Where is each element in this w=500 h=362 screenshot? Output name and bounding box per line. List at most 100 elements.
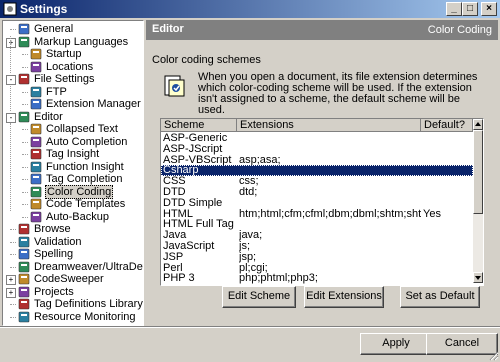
close-button[interactable]: × <box>481 2 497 16</box>
table-row[interactable]: Java java; <box>161 230 473 241</box>
window-title: Settings <box>20 2 68 16</box>
table-row[interactable]: Csharp <box>161 165 473 177</box>
tree-item-function-insight[interactable]: Function Insight <box>3 161 143 173</box>
expand-icon[interactable]: + <box>6 37 16 48</box>
grid-scrollbar[interactable] <box>473 119 483 283</box>
tree-item-label: CodeSweeper <box>34 273 104 285</box>
tree-item-label: Tag Insight <box>46 148 100 160</box>
table-row[interactable]: CSS css; <box>161 176 473 187</box>
tree-item-projects[interactable]: + Projects <box>3 286 143 298</box>
tree-item-tag-definitions-library[interactable]: Tag Definitions Library <box>3 298 143 310</box>
tree-item-locations[interactable]: Locations <box>3 61 143 73</box>
tree-item-spelling[interactable]: Spelling <box>3 248 143 260</box>
tree-connector <box>22 129 28 130</box>
info-text: When you open a document, its file exten… <box>198 71 478 116</box>
edit-extensions-button[interactable]: Edit Extensions <box>304 286 384 308</box>
expand-icon[interactable]: + <box>6 287 16 298</box>
tree-connector <box>10 29 16 30</box>
tree-connector <box>22 191 28 193</box>
column-header-scheme[interactable]: Scheme <box>161 119 237 132</box>
scheme-grid[interactable]: Scheme Extensions Default? ASP-Generic AS… <box>160 118 484 286</box>
function-insight-icon <box>30 161 42 172</box>
tree-item-startup[interactable]: Startup <box>3 48 143 60</box>
apply-button[interactable]: Apply <box>360 333 432 355</box>
tree-item-file-settings[interactable]: - File Settings <box>3 73 143 85</box>
tree-item-validation[interactable]: Validation <box>3 236 143 248</box>
tree-item-label: Tag Completion <box>46 173 123 185</box>
tree-item-editor[interactable]: - Editor <box>3 111 143 123</box>
set-as-default-button[interactable]: Set as Default <box>400 286 480 308</box>
tree-item-label: File Settings <box>34 73 95 85</box>
tree-item-markup-languages[interactable]: + Markup Languages <box>3 36 143 48</box>
grid-header: Scheme Extensions Default? <box>161 119 473 132</box>
section-label: Color coding schemes <box>152 54 261 66</box>
tree-item-auto-backup[interactable]: Auto-Backup <box>3 211 143 223</box>
collapse-icon[interactable]: - <box>6 75 16 85</box>
tree-item-label: Code Templates <box>46 198 126 210</box>
tree-item-codesweeper[interactable]: + CodeSweeper <box>3 273 143 285</box>
tree-item-label: Locations <box>46 60 94 73</box>
settings-icon <box>3 2 17 16</box>
tree-item-label: Startup <box>46 48 82 60</box>
collapse-icon[interactable]: - <box>6 112 16 123</box>
tree-item-label: Editor <box>34 110 63 123</box>
tag-definitions-icon <box>18 298 30 310</box>
projects-icon <box>18 286 30 297</box>
column-header-extensions[interactable]: Extensions <box>237 119 421 132</box>
cell-extensions: js; <box>239 241 250 252</box>
tree-item-general[interactable]: General <box>3 23 143 35</box>
tree-item-auto-completion[interactable]: Auto Completion <box>3 136 143 148</box>
expand-icon[interactable]: + <box>6 275 16 285</box>
table-row[interactable]: JSP jsp; <box>161 252 473 263</box>
tree-item-dreamweaver-ultradev[interactable]: Dreamweaver/UltraDev <box>3 261 143 273</box>
tree-item-browse[interactable]: Browse <box>3 223 143 235</box>
tree-item-ftp[interactable]: FTP <box>3 86 143 98</box>
table-row[interactable]: ASP-Generic <box>161 133 473 144</box>
table-row[interactable]: HTML Full Tag <box>161 219 473 230</box>
table-row[interactable]: Perl pl;cgi; <box>161 263 473 274</box>
tree-item-extension-manager[interactable]: Extension Manager <box>3 98 143 110</box>
tree-connector <box>22 166 28 168</box>
tree-item-tag-insight[interactable]: Tag Insight <box>3 148 143 160</box>
scroll-down-button[interactable] <box>473 272 483 283</box>
tag-insight-icon <box>30 148 42 160</box>
table-row[interactable]: PHP 3 php;phtml;php3; <box>161 273 473 284</box>
markup-icon <box>18 36 30 47</box>
tree-item-resource-monitoring[interactable]: Resource Monitoring <box>3 311 143 323</box>
table-row[interactable]: JavaScript js; <box>161 241 473 252</box>
locations-icon <box>30 61 42 72</box>
table-row[interactable]: ASP-JScript <box>161 144 473 155</box>
tree-item-code-templates[interactable]: Code Templates <box>3 198 143 210</box>
maximize-button[interactable]: □ <box>462 2 478 16</box>
cell-scheme: DTD Simple <box>163 197 223 209</box>
cell-scheme: Perl <box>163 262 183 274</box>
color-coding-icon <box>30 186 42 197</box>
minimize-button[interactable]: _ <box>446 2 462 16</box>
tree-item-label: Spelling <box>34 248 74 260</box>
settings-tree[interactable]: General + Markup Languages Startup Locations… <box>2 20 144 326</box>
cell-extensions: asp;asa; <box>239 154 281 166</box>
cell-extensions: jsp; <box>239 251 257 263</box>
tree-connector <box>22 216 28 218</box>
general-icon <box>18 23 30 35</box>
scroll-thumb[interactable] <box>473 130 483 214</box>
ftp-icon <box>30 86 42 97</box>
table-row[interactable]: DTD dtd; <box>161 187 473 198</box>
table-row[interactable]: ASP-VBScript asp;asa; <box>161 155 473 166</box>
tree-item-tag-completion[interactable]: Tag Completion <box>3 173 143 185</box>
resize-grip-icon[interactable] <box>487 349 499 361</box>
code-templates-icon <box>30 198 42 210</box>
cell-scheme: ASP-Generic <box>163 133 228 144</box>
column-header-default[interactable]: Default? <box>421 119 473 132</box>
cell-scheme: CSS <box>163 176 186 188</box>
tree-item-label: FTP <box>46 85 67 98</box>
cell-extensions: java; <box>239 230 263 242</box>
edit-scheme-button[interactable]: Edit Scheme <box>222 286 296 308</box>
tree-item-color-coding[interactable]: Color Coding <box>3 184 143 199</box>
scroll-up-button[interactable] <box>473 119 483 130</box>
cell-scheme: Csharp <box>163 165 199 177</box>
tag-completion-icon <box>30 173 42 185</box>
table-row[interactable]: DTD Simple <box>161 198 473 209</box>
table-row[interactable]: HTML htm;html;cfm;cfml;dbm;dbml;shtm;shtm… <box>161 209 473 220</box>
tree-item-collapsed-text[interactable]: Collapsed Text <box>3 123 143 135</box>
